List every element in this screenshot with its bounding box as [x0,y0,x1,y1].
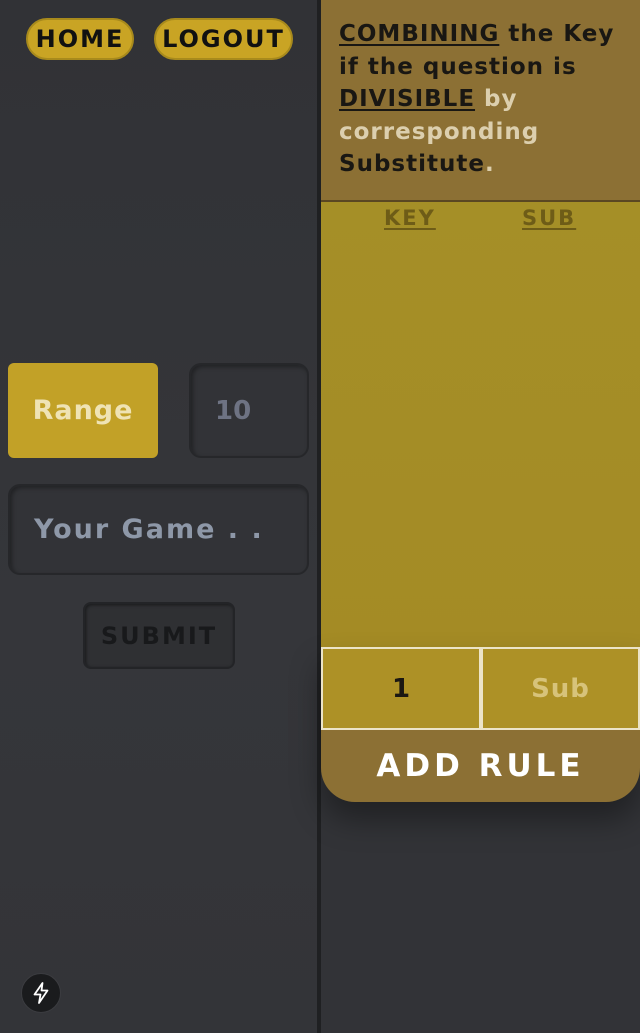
key-column-header: KEY [384,206,436,230]
rules-table: KEY SUB [321,202,640,648]
rule-period: . [484,151,495,177]
rules-panel: COMBINING the Key if the question is DIV… [321,0,640,1033]
add-rule-button[interactable]: ADD RULE [321,730,640,802]
home-button[interactable]: HOME [26,18,134,60]
lightning-bolt-icon [33,982,49,1004]
logout-button[interactable]: LOGOUT [154,18,293,60]
game-input[interactable]: Your Game . . [8,484,309,575]
rule-keyword-substitute: Substitute [339,151,485,177]
app-screen: HOME LOGOUT Range 10 Your Game . . SUBMI… [0,0,640,1033]
rule-keyword-divisible: DIVISIBLE [339,86,476,112]
range-input[interactable]: 10 [189,363,309,458]
rule-keyword-combining: COMBINING [339,21,500,47]
bolt-button[interactable] [21,973,61,1013]
new-rule-form: 1 Sub ADD RULE [321,647,640,802]
rule-key-input[interactable]: 1 [321,647,481,730]
sub-column-header: SUB [522,206,577,230]
submit-button[interactable]: SUBMIT [83,602,235,669]
rule-sub-input[interactable]: Sub [481,647,640,730]
game-panel: HOME LOGOUT Range 10 Your Game . . SUBMI… [0,0,318,1033]
range-button[interactable]: Range [8,363,158,458]
rule-description: COMBINING the Key if the question is DIV… [321,0,640,202]
